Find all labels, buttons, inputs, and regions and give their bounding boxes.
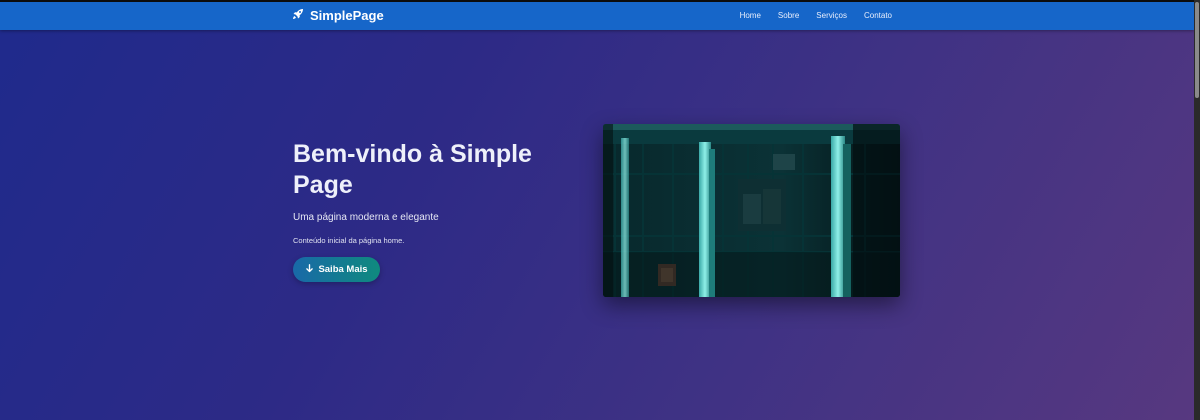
arrow-down-icon (305, 263, 314, 276)
nav-services-link[interactable]: Serviços (816, 11, 847, 20)
hero-title: Bem-vindo à Simple Page (293, 140, 532, 199)
page: SimplePage Home Sobre Serviços Contato B… (0, 0, 1194, 420)
hero-subtitle: Uma página moderna e elegante (293, 212, 439, 223)
hero-content: Conteúdo inicial da página home. (293, 236, 405, 245)
learn-more-button[interactable]: Saiba Mais (293, 257, 380, 282)
scrollbar-thumb[interactable] (1195, 2, 1199, 98)
brand-name: SimplePage (310, 8, 384, 23)
page-scrollbar[interactable] (1194, 0, 1200, 420)
hero-text: Bem-vindo à Simple Page Uma página moder… (293, 139, 583, 245)
nav-contact-link[interactable]: Contato (864, 11, 892, 20)
nav-about-link[interactable]: Sobre (778, 11, 799, 20)
nav-home-link[interactable]: Home (740, 11, 761, 20)
learn-more-label: Saiba Mais (318, 264, 368, 275)
nav-links: Home Sobre Serviços Contato (740, 11, 892, 20)
navbar: SimplePage Home Sobre Serviços Contato (0, 2, 1194, 30)
brand-link[interactable]: SimplePage (292, 8, 384, 23)
rocket-icon (292, 8, 304, 23)
hero-image (603, 124, 900, 297)
